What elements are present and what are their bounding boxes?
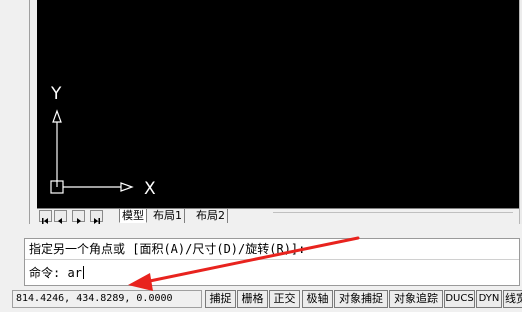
text-cursor xyxy=(82,266,84,279)
ucs-icon: Y X xyxy=(50,84,156,199)
command-window[interactable]: 指定另一个角点或 [面积(A)/尺寸(D)/旋转(R)]: 命令: ar xyxy=(24,238,520,286)
polar-toggle[interactable]: 极轴 xyxy=(302,290,333,308)
ortho-toggle[interactable]: 正交 xyxy=(269,290,300,308)
command-input[interactable]: ar xyxy=(67,266,81,280)
prev-tab-button[interactable] xyxy=(54,210,67,224)
tab-bar-track xyxy=(273,212,513,213)
lineweight-toggle[interactable]: 线宽 xyxy=(503,290,522,308)
command-input-line[interactable]: 命令: ar xyxy=(29,265,84,281)
next-tab-button[interactable] xyxy=(72,210,85,224)
last-tab-button[interactable] xyxy=(90,210,103,224)
status-bar: 814.4246, 434.8289, 0.0000 捕捉 栅格 正交 极轴 对… xyxy=(0,288,522,312)
tab-layout1[interactable]: 布局1 xyxy=(151,209,185,223)
tab-model[interactable]: 模型 xyxy=(119,209,147,223)
ucs-y-arrowhead xyxy=(52,109,62,123)
gutter-edge xyxy=(29,0,30,224)
last-icon xyxy=(94,218,100,224)
prev-icon xyxy=(58,218,62,224)
osnap-toggle[interactable]: 对象捕捉 xyxy=(334,290,388,308)
command-separator xyxy=(25,259,519,260)
tab-layout2[interactable]: 布局2 xyxy=(194,209,228,223)
grid-toggle[interactable]: 栅格 xyxy=(237,290,268,308)
left-gutter xyxy=(0,0,36,224)
command-history-line: 指定另一个角点或 [面积(A)/尺寸(D)/旋转(R)]: xyxy=(29,242,306,256)
next-icon xyxy=(77,218,81,224)
ducs-toggle[interactable]: DUCS xyxy=(444,290,475,308)
otrack-toggle[interactable]: 对象追踪 xyxy=(389,290,443,308)
drawing-viewport[interactable]: Y X xyxy=(37,0,519,208)
layout-tab-bar: 模型 布局1 布局2 xyxy=(37,208,519,224)
first-tab-button[interactable] xyxy=(39,210,52,224)
command-prompt-label: 命令: xyxy=(29,266,61,280)
dyn-toggle[interactable]: DYN xyxy=(476,290,502,308)
coordinate-readout[interactable]: 814.4246, 434.8289, 0.0000 xyxy=(12,290,202,308)
ucs-x-label: X xyxy=(144,179,156,199)
ucs-x-arrowhead xyxy=(120,182,134,192)
snap-toggle[interactable]: 捕捉 xyxy=(205,290,236,308)
ucs-y-label: Y xyxy=(50,84,62,104)
first-icon xyxy=(42,218,48,224)
